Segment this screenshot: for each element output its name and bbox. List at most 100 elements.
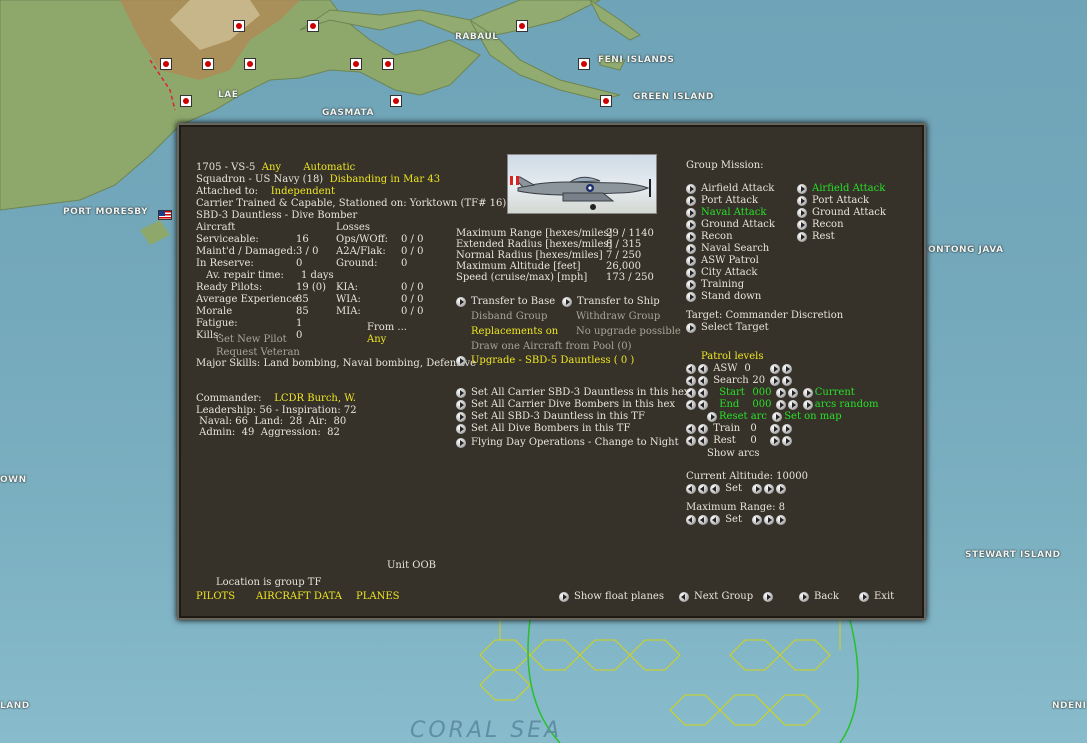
japanese-base-icon[interactable] xyxy=(307,20,319,32)
decrease-icon[interactable] xyxy=(698,387,708,398)
disband-group-button[interactable]: Disband Group xyxy=(471,311,547,323)
decrease-icon[interactable] xyxy=(698,375,708,386)
increase-icon[interactable] xyxy=(781,375,792,386)
increase-icon[interactable] xyxy=(752,483,763,494)
secondary-mission-option[interactable]: Ground Attack xyxy=(797,207,886,219)
decrease-icon[interactable] xyxy=(698,483,708,494)
upgrade-button[interactable]: Upgrade - SBD-5 Dauntless ( 0 ) xyxy=(456,355,634,367)
increase-icon[interactable] xyxy=(764,514,775,525)
decrease-icon[interactable] xyxy=(686,387,696,398)
mission-option[interactable]: Training xyxy=(686,279,744,291)
japanese-base-icon[interactable] xyxy=(180,95,192,107)
current-label[interactable]: Current xyxy=(815,387,855,398)
decrease-icon[interactable] xyxy=(686,514,696,525)
decrease-icon[interactable] xyxy=(698,423,708,434)
japanese-base-icon[interactable] xyxy=(233,20,245,32)
increase-icon[interactable] xyxy=(787,387,798,398)
increase-icon[interactable] xyxy=(781,423,792,434)
increase-icon[interactable] xyxy=(781,363,792,374)
attached-value[interactable]: Independent xyxy=(271,186,335,197)
unit-any-link[interactable]: Any xyxy=(262,162,281,173)
decrease-icon[interactable] xyxy=(686,435,696,446)
set-all-button[interactable]: Set All Dive Bombers in this TF xyxy=(456,423,630,435)
secondary-mission-option[interactable]: Rest xyxy=(797,231,835,243)
mission-option[interactable]: Naval Search xyxy=(686,243,769,255)
transfer-to-ship-button[interactable]: Transfer to Ship xyxy=(562,296,660,308)
decrease-icon[interactable] xyxy=(686,483,696,494)
mission-option[interactable]: Ground Attack xyxy=(686,219,775,231)
replacements-toggle[interactable]: Replacements on xyxy=(471,326,558,338)
secondary-mission-option-selected[interactable]: Airfield Attack xyxy=(797,183,885,195)
mission-option[interactable]: Port Attack xyxy=(686,195,758,207)
increase-icon[interactable] xyxy=(781,435,792,446)
show-arcs-toggle[interactable]: Show arcs xyxy=(707,448,760,460)
arcs-random-label[interactable]: arcs random xyxy=(815,399,879,410)
increase-icon[interactable] xyxy=(764,483,775,494)
decrease-icon[interactable] xyxy=(710,483,720,494)
select-target-button[interactable]: Select Target xyxy=(686,322,769,334)
arcs-random-button[interactable] xyxy=(802,399,813,410)
reset-arc-label[interactable]: Reset arc xyxy=(719,411,769,423)
automatic-toggle[interactable]: Automatic xyxy=(303,162,355,173)
secondary-mission-option[interactable]: Recon xyxy=(797,219,844,231)
mission-option[interactable]: Recon xyxy=(686,231,733,243)
increase-icon[interactable] xyxy=(776,483,787,494)
increase-icon[interactable] xyxy=(752,514,763,525)
commander-name-link[interactable]: LCDR Burch, W. xyxy=(274,393,356,404)
get-new-pilot-button[interactable]: Get New Pilot xyxy=(216,334,287,346)
increase-icon[interactable] xyxy=(787,399,798,410)
day-night-toggle-button[interactable]: Flying Day Operations - Change to Night xyxy=(456,437,679,449)
from-value-link[interactable]: Any xyxy=(367,334,386,346)
reset-arc-button[interactable] xyxy=(707,411,717,422)
exit-button[interactable]: Exit xyxy=(859,591,894,603)
increase-icon[interactable] xyxy=(769,363,780,374)
mission-option-selected[interactable]: Naval Attack xyxy=(686,207,766,219)
increase-icon[interactable] xyxy=(769,435,780,446)
increase-icon[interactable] xyxy=(769,423,780,434)
altitude-set-button[interactable]: Set xyxy=(725,483,749,495)
increase-icon[interactable] xyxy=(776,514,787,525)
aircraft-data-tab[interactable]: AIRCRAFT DATA xyxy=(256,591,342,603)
show-float-planes-button[interactable]: Show float planes xyxy=(559,591,664,603)
japanese-base-icon[interactable] xyxy=(202,58,214,70)
decrease-icon[interactable] xyxy=(710,514,720,525)
increase-icon[interactable] xyxy=(769,375,780,386)
decrease-icon[interactable] xyxy=(686,363,696,374)
mission-option[interactable]: Airfield Attack xyxy=(686,183,774,195)
increase-icon[interactable] xyxy=(775,387,786,398)
decrease-icon[interactable] xyxy=(698,399,708,410)
set-all-button[interactable]: Set All SBD-3 Dauntless in this TF xyxy=(456,411,645,423)
range-set-button[interactable]: Set xyxy=(725,514,749,526)
japanese-base-icon[interactable] xyxy=(516,20,528,32)
japanese-base-icon[interactable] xyxy=(244,58,256,70)
current-arcs-button[interactable] xyxy=(802,387,813,398)
japanese-base-icon[interactable] xyxy=(600,95,612,107)
decrease-icon[interactable] xyxy=(698,435,708,446)
back-button[interactable]: Back xyxy=(799,591,839,603)
next-group-button[interactable]: Next Group xyxy=(679,591,778,603)
unit-oob-button[interactable]: Unit OOB xyxy=(387,560,436,572)
decrease-icon[interactable] xyxy=(686,375,696,386)
japanese-base-icon[interactable] xyxy=(350,58,362,70)
set-on-map-button[interactable] xyxy=(772,411,783,422)
transfer-to-base-button[interactable]: Transfer to Base xyxy=(456,296,555,308)
disbanding-text[interactable]: Disbanding in Mar 43 xyxy=(330,174,440,185)
decrease-icon[interactable] xyxy=(698,363,708,374)
increase-icon[interactable] xyxy=(775,399,786,410)
mission-option[interactable]: ASW Patrol xyxy=(686,255,759,267)
us-flag-icon[interactable] xyxy=(158,210,172,220)
japanese-base-icon[interactable] xyxy=(160,58,172,70)
set-all-button[interactable]: Set All Carrier Dive Bombers in this hex xyxy=(456,399,675,411)
decrease-icon[interactable] xyxy=(686,399,696,410)
mission-option[interactable]: City Attack xyxy=(686,267,757,279)
japanese-base-icon[interactable] xyxy=(382,58,394,70)
planes-tab[interactable]: PLANES xyxy=(356,591,400,603)
decrease-icon[interactable] xyxy=(698,514,708,525)
draw-aircraft-button[interactable]: Draw one Aircraft from Pool (0) xyxy=(471,341,632,353)
set-all-button[interactable]: Set All Carrier SBD-3 Dauntless in this … xyxy=(456,387,690,399)
japanese-base-icon[interactable] xyxy=(390,95,402,107)
pilots-tab[interactable]: PILOTS xyxy=(196,591,235,603)
withdraw-group-button[interactable]: Withdraw Group xyxy=(576,311,660,323)
mission-option[interactable]: Stand down xyxy=(686,291,761,303)
japanese-base-icon[interactable] xyxy=(578,58,590,70)
